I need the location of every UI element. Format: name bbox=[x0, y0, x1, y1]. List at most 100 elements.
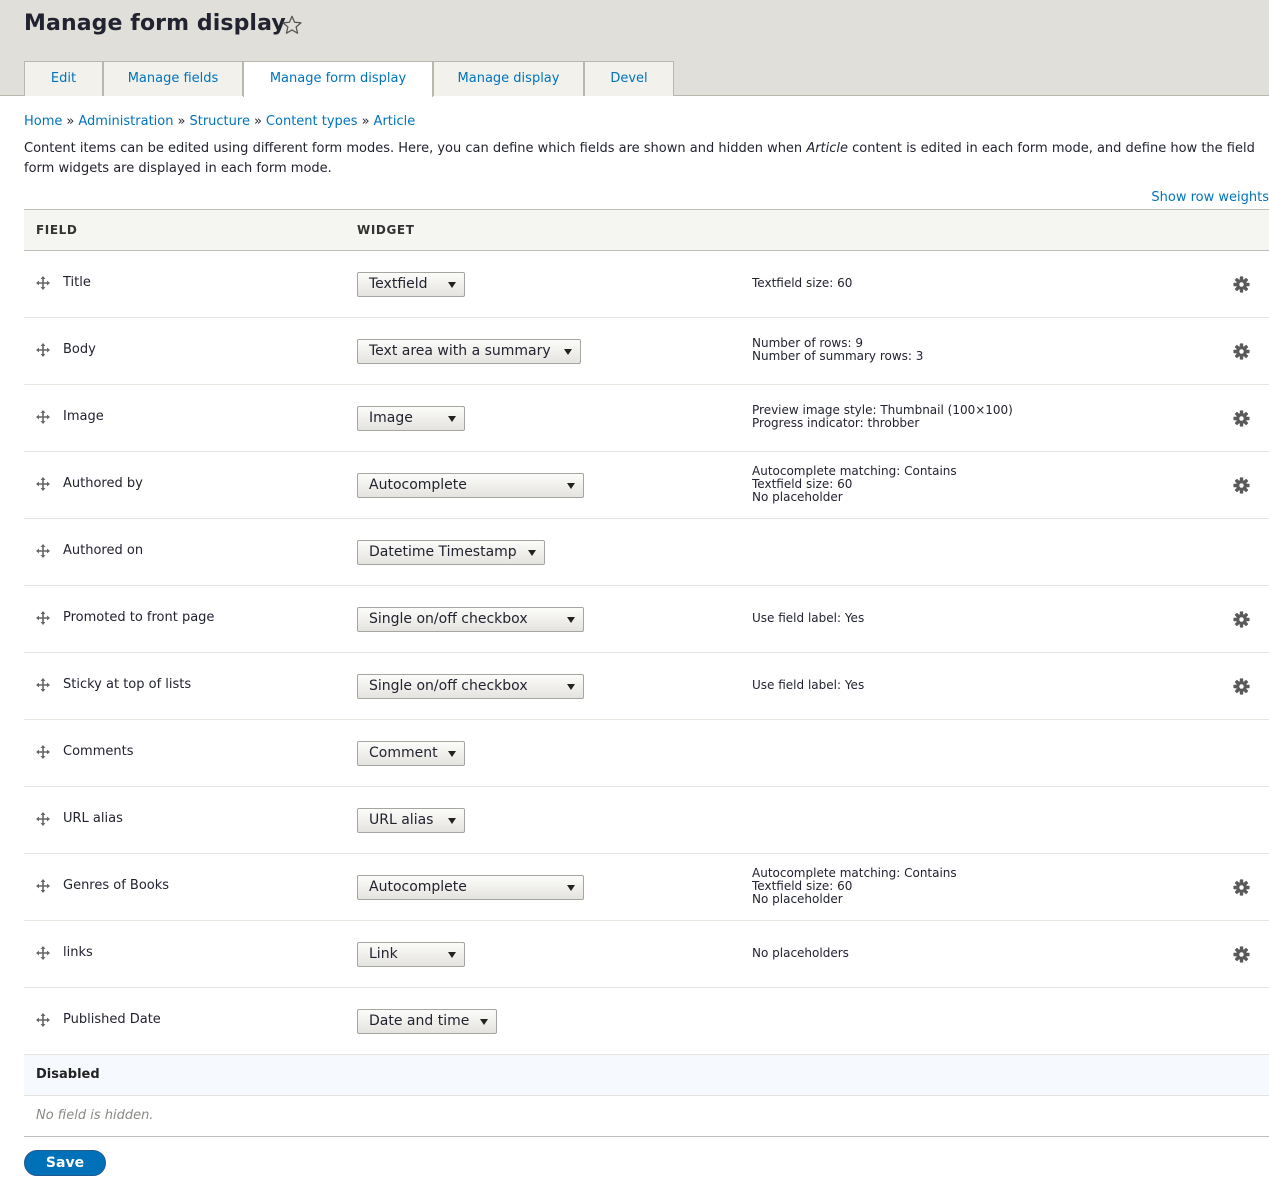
breadcrumb-administration[interactable]: Administration bbox=[78, 114, 173, 129]
widget-select[interactable]: Date and time bbox=[357, 1009, 497, 1034]
widget-select-value: Date and time bbox=[369, 1013, 470, 1029]
gear-icon[interactable] bbox=[1233, 611, 1250, 628]
widget-select[interactable]: Autocomplete bbox=[357, 875, 584, 900]
summary-line: Use field label: Yes bbox=[752, 678, 865, 692]
tab-edit[interactable]: Edit bbox=[24, 61, 103, 96]
gear-icon[interactable] bbox=[1233, 276, 1250, 293]
table-header: FIELD WIDGET bbox=[24, 209, 1269, 251]
widget-select[interactable]: URL alias bbox=[357, 808, 465, 833]
drag-handle-icon[interactable] bbox=[36, 544, 50, 558]
gear-icon[interactable] bbox=[1233, 410, 1250, 427]
drag-handle-icon[interactable] bbox=[36, 1013, 50, 1027]
gear-icon[interactable] bbox=[1233, 879, 1250, 896]
dropdown-arrow-icon bbox=[564, 349, 572, 355]
field-label: links bbox=[63, 945, 93, 960]
help-text: Content items can be edited using differ… bbox=[24, 139, 1264, 179]
drag-handle-icon[interactable] bbox=[36, 611, 50, 625]
drag-handle-icon[interactable] bbox=[36, 477, 50, 491]
field-label: Authored on bbox=[63, 543, 144, 558]
widget-select[interactable]: Textfield bbox=[357, 272, 465, 297]
field-label: Image bbox=[63, 409, 104, 424]
save-button[interactable]: Save bbox=[24, 1150, 106, 1176]
widget-select[interactable]: Single on/off checkbox bbox=[357, 607, 584, 632]
widget-summary: No placeholders bbox=[752, 947, 849, 960]
breadcrumb: Home» Administration» Structure» Content ty… bbox=[24, 114, 415, 129]
tab-manage-fields[interactable]: Manage fields bbox=[103, 61, 243, 96]
summary-line: Number of summary rows: 3 bbox=[752, 349, 924, 363]
field-label: Body bbox=[63, 342, 96, 357]
table-row: Sticky at top of lists Single on/off chec… bbox=[24, 653, 1269, 720]
region-disabled: Disabled bbox=[24, 1055, 1269, 1096]
breadcrumb-separator: » bbox=[177, 114, 186, 129]
summary-line: Progress indicator: throbber bbox=[752, 416, 920, 430]
widget-select[interactable]: Single on/off checkbox bbox=[357, 674, 584, 699]
widget-select[interactable]: Text area with a summary bbox=[357, 339, 581, 364]
page-header: Manage form display Edit Manage fields M… bbox=[0, 0, 1269, 97]
drag-handle-icon[interactable] bbox=[36, 946, 50, 960]
field-label: Sticky at top of lists bbox=[63, 677, 192, 692]
breadcrumb-separator: » bbox=[66, 114, 75, 129]
show-row-weights-link[interactable]: Show row weights bbox=[1151, 190, 1269, 205]
tab-manage-display[interactable]: Manage display bbox=[433, 61, 584, 96]
gear-icon[interactable] bbox=[1233, 343, 1250, 360]
drag-handle-icon[interactable] bbox=[36, 410, 50, 424]
field-label: Published Date bbox=[63, 1012, 161, 1027]
widget-select[interactable]: Image bbox=[357, 406, 465, 431]
table-row: Image Image Preview image style: Thumbnail… bbox=[24, 385, 1269, 452]
widget-select-value: Datetime Timestamp bbox=[369, 544, 517, 560]
dropdown-arrow-icon bbox=[567, 617, 575, 623]
tab-manage-form-display[interactable]: Manage form display bbox=[243, 61, 433, 97]
widget-select-value: Text area with a summary bbox=[369, 343, 551, 359]
widget-select-value: Autocomplete bbox=[369, 879, 467, 895]
dropdown-arrow-icon bbox=[567, 684, 575, 690]
dropdown-arrow-icon bbox=[567, 885, 575, 891]
drag-handle-icon[interactable] bbox=[36, 678, 50, 692]
breadcrumb-structure[interactable]: Structure bbox=[189, 114, 249, 129]
star-icon[interactable] bbox=[281, 14, 303, 36]
widget-select-value: Textfield bbox=[369, 276, 428, 292]
table-row: Authored by Autocomplete Autocomplete matc… bbox=[24, 452, 1269, 519]
field-label: Promoted to front page bbox=[63, 610, 215, 625]
tab-devel[interactable]: Devel bbox=[584, 61, 674, 96]
table-row: links Link No placeholders bbox=[24, 921, 1269, 988]
widget-select[interactable]: Comment bbox=[357, 741, 465, 766]
drag-handle-icon[interactable] bbox=[36, 745, 50, 759]
widget-select[interactable]: Datetime Timestamp bbox=[357, 540, 545, 565]
widget-select-value: Single on/off checkbox bbox=[369, 611, 528, 627]
dropdown-arrow-icon bbox=[448, 751, 456, 757]
summary-line: Use field label: Yes bbox=[752, 611, 865, 625]
field-display-table: FIELD WIDGET Title Textfield Textfield siz… bbox=[24, 209, 1269, 1137]
table-row: Comments Comment bbox=[24, 720, 1269, 787]
help-text-start: Content items can be edited using differ… bbox=[24, 141, 807, 156]
help-text-emphasis: Article bbox=[806, 141, 849, 156]
widget-select-value: Autocomplete bbox=[369, 477, 467, 493]
summary-line: No placeholder bbox=[752, 892, 843, 906]
breadcrumb-article[interactable]: Article bbox=[374, 114, 416, 129]
drag-handle-icon[interactable] bbox=[36, 343, 50, 357]
region-disabled-label: Disabled bbox=[36, 1067, 100, 1082]
dropdown-arrow-icon bbox=[448, 282, 456, 288]
field-label: Comments bbox=[63, 744, 134, 759]
dropdown-arrow-icon bbox=[567, 483, 575, 489]
drag-handle-icon[interactable] bbox=[36, 812, 50, 826]
widget-select[interactable]: Link bbox=[357, 942, 465, 967]
widget-summary: Use field label: Yes bbox=[752, 679, 864, 692]
drag-handle-icon[interactable] bbox=[36, 276, 50, 290]
gear-icon[interactable] bbox=[1233, 477, 1250, 494]
gear-icon[interactable] bbox=[1233, 946, 1250, 963]
column-header-field: FIELD bbox=[36, 223, 78, 237]
gear-icon[interactable] bbox=[1233, 678, 1250, 695]
summary-line: No placeholders bbox=[752, 946, 849, 960]
drag-handle-icon[interactable] bbox=[36, 879, 50, 893]
table-row: Promoted to front page Single on/off chec… bbox=[24, 586, 1269, 653]
widget-select[interactable]: Autocomplete bbox=[357, 473, 584, 498]
breadcrumb-home[interactable]: Home bbox=[24, 114, 62, 129]
widget-select-value: Image bbox=[369, 410, 413, 426]
dropdown-arrow-icon bbox=[448, 818, 456, 824]
table-row: Genres of Books Autocomplete Autocomplete … bbox=[24, 854, 1269, 921]
breadcrumb-separator: » bbox=[361, 114, 370, 129]
widget-summary: Autocomplete matching: Contains Textfield… bbox=[752, 465, 957, 504]
widget-summary: Number of rows: 9 Number of summary rows:… bbox=[752, 337, 923, 363]
breadcrumb-content-types[interactable]: Content types bbox=[266, 114, 358, 129]
column-header-widget: WIDGET bbox=[357, 223, 415, 237]
